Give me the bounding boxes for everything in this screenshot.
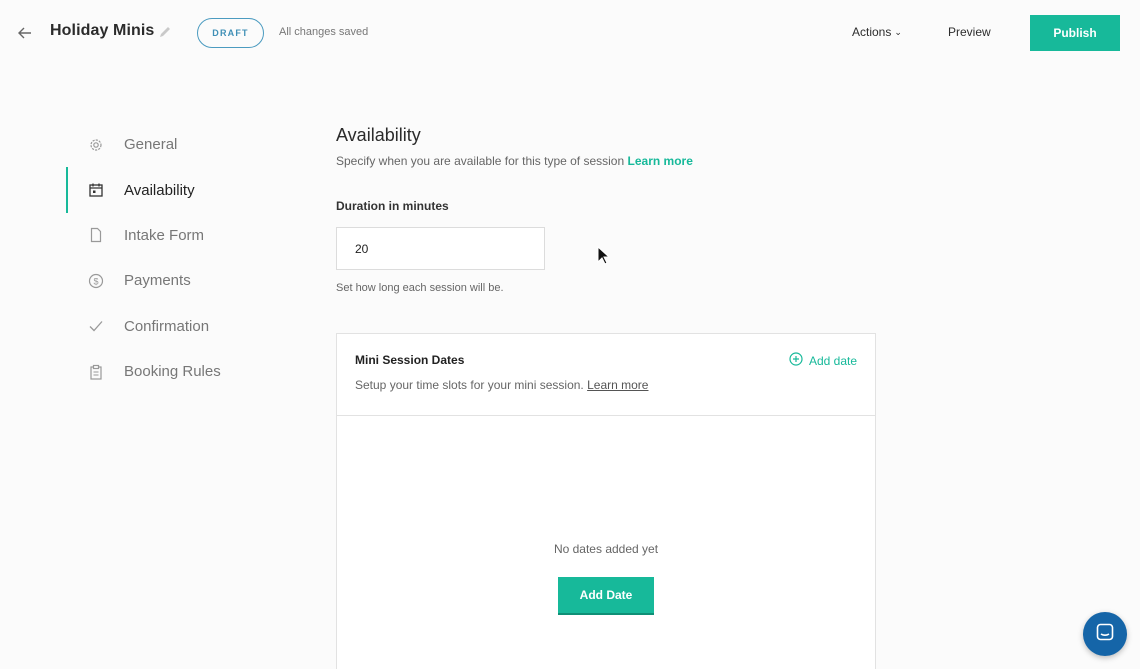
mini-session-dates-card: Mini Session Dates Setup your time slots… <box>336 333 876 669</box>
sidebar-item-intake-form[interactable]: Intake Form <box>66 213 306 258</box>
sidebar-item-confirmation[interactable]: Confirmation <box>66 304 306 349</box>
status-badge: DRAFT <box>197 18 264 48</box>
dollar-circle-icon: $ <box>88 273 104 289</box>
checkmark-icon <box>88 318 104 334</box>
settings-sidebar: General Availability Intake Form $ Payme… <box>66 122 306 394</box>
gear-icon <box>88 137 104 153</box>
add-date-link[interactable]: Add date <box>789 352 857 369</box>
duration-help-text: Set how long each session will be. <box>336 282 504 294</box>
section-title: Availability <box>336 125 421 145</box>
sidebar-item-label: Booking Rules <box>124 363 221 381</box>
availability-section: Availability Specify when you are availa… <box>336 122 876 294</box>
publish-button[interactable]: Publish <box>1030 15 1120 51</box>
chat-support-button[interactable] <box>1083 612 1127 656</box>
calendar-icon <box>88 182 104 198</box>
sidebar-item-general[interactable]: General <box>66 122 306 167</box>
sidebar-item-booking-rules[interactable]: Booking Rules <box>66 349 306 394</box>
sidebar-item-label: Confirmation <box>124 317 210 335</box>
duration-input[interactable] <box>336 227 545 270</box>
subtitle-text: Setup your time slots for your mini sess… <box>355 378 584 392</box>
plus-circle-icon <box>789 352 803 369</box>
sidebar-item-label: Availability <box>124 181 195 199</box>
empty-state-text: No dates added yet <box>553 542 659 556</box>
description-text: Specify when you are available for this … <box>336 154 625 168</box>
sidebar-item-label: Payments <box>124 272 191 290</box>
duration-label: Duration in minutes <box>336 199 449 213</box>
sidebar-item-label: Intake Form <box>124 226 205 244</box>
chat-icon <box>1095 622 1115 647</box>
mouse-cursor-icon <box>597 245 611 266</box>
sidebar-item-label: General <box>124 136 178 154</box>
page-title: Holiday Minis <box>50 22 155 39</box>
svg-text:$: $ <box>93 276 98 286</box>
actions-label: Actions <box>852 25 892 39</box>
clipboard-icon <box>88 364 104 380</box>
document-icon <box>88 227 104 243</box>
learn-more-link[interactable]: Learn more <box>587 378 648 392</box>
add-date-label: Add date <box>808 353 857 368</box>
top-bar: Holiday Minis DRAFT All changes saved Ac… <box>0 0 1140 66</box>
chevron-down-icon: ⌄ <box>894 27 902 37</box>
pencil-icon[interactable] <box>157 24 173 40</box>
add-date-button[interactable]: Add Date <box>558 577 654 613</box>
back-arrow-icon[interactable] <box>14 22 36 44</box>
card-title: Mini Session Dates <box>355 353 465 367</box>
preview-button[interactable]: Preview <box>948 25 991 39</box>
learn-more-link[interactable]: Learn more <box>628 154 693 168</box>
save-status: All changes saved <box>279 26 369 38</box>
card-header: Mini Session Dates Setup your time slots… <box>337 334 875 416</box>
actions-menu-button[interactable]: Actions ⌄ <box>852 25 902 39</box>
sidebar-item-payments[interactable]: $ Payments <box>66 258 306 303</box>
card-subtitle: Setup your time slots for your mini sess… <box>355 378 648 392</box>
sidebar-item-availability[interactable]: Availability <box>66 167 306 214</box>
section-description: Specify when you are available for this … <box>336 154 876 168</box>
